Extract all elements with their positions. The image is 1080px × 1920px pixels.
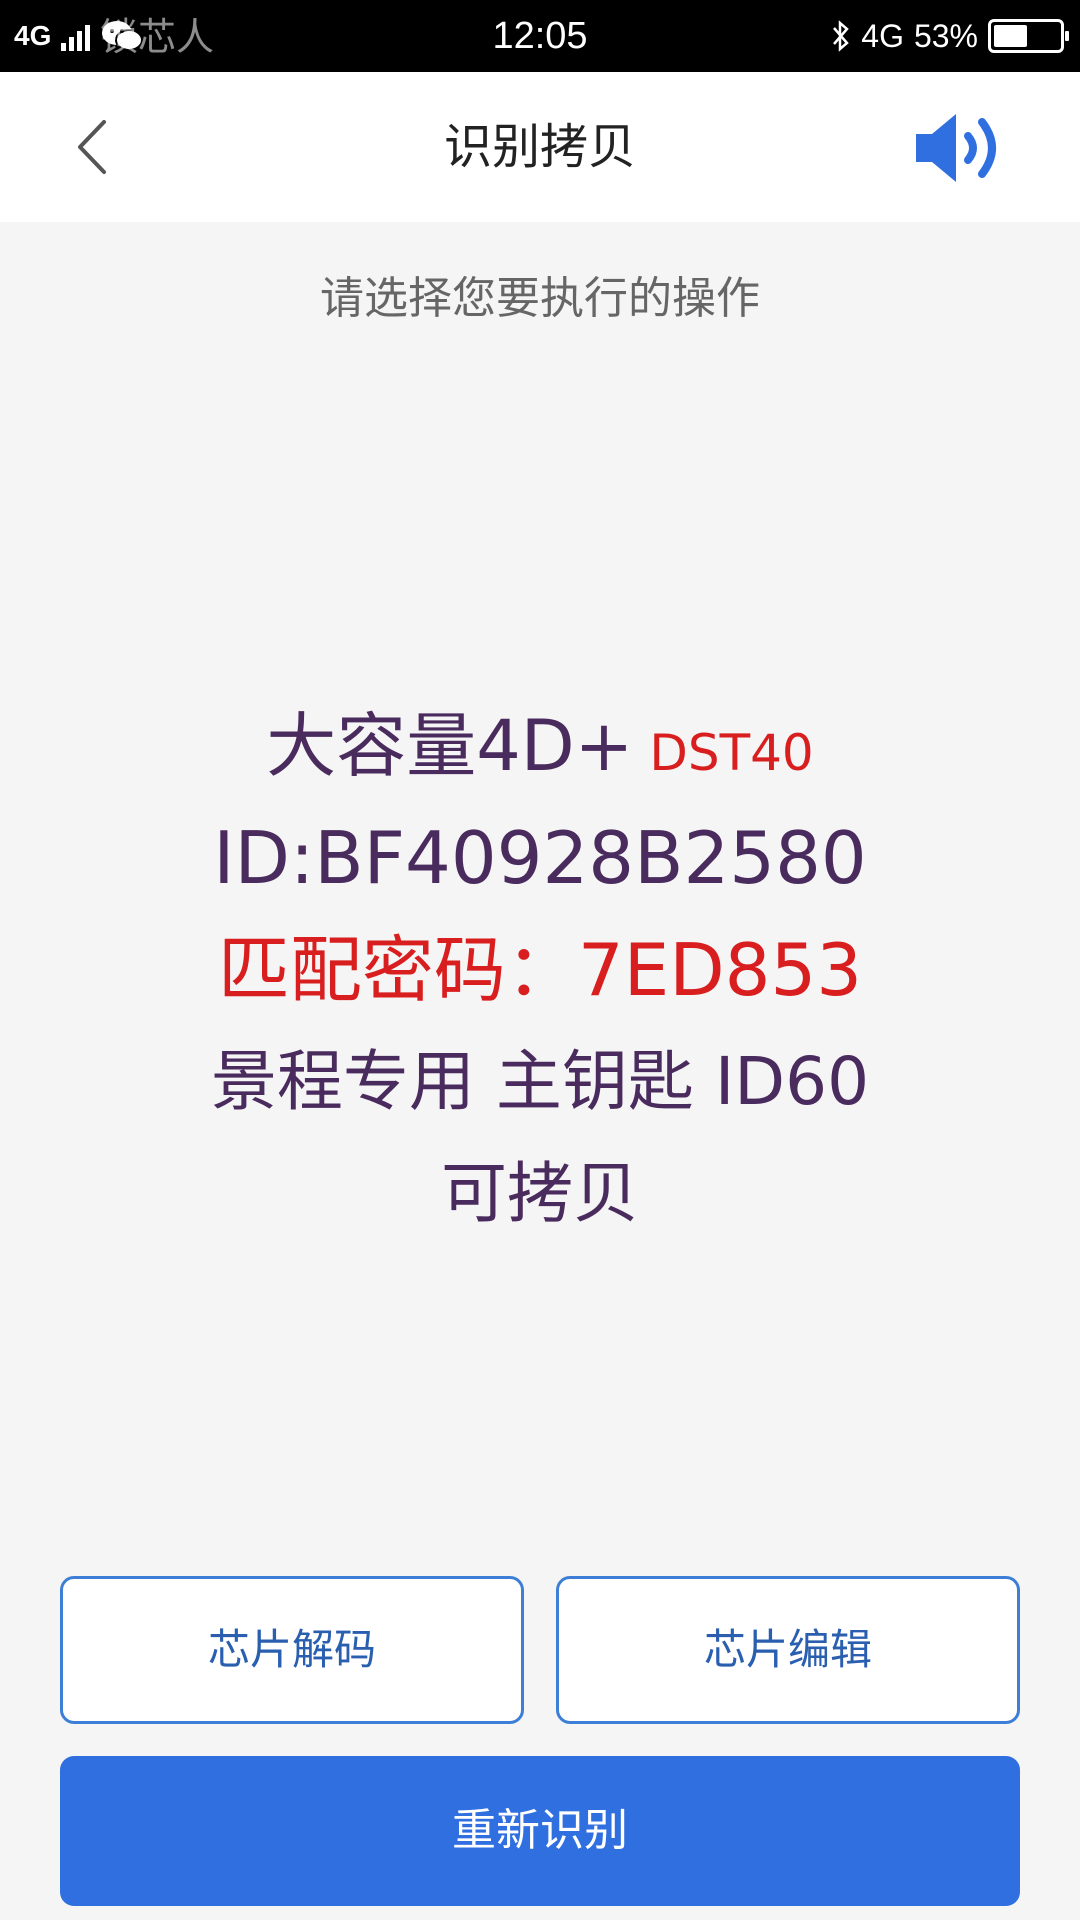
match-password: 匹配密码：7ED853: [217, 928, 863, 1012]
recognition-result: 大容量4D+ DST40 ID:BF40928B2580 匹配密码：7ED853 …: [0, 690, 1080, 1250]
chip-type: 大容量4D+: [266, 705, 634, 787]
sound-button[interactable]: [912, 110, 1012, 186]
status-right: 4G 53%: [831, 0, 1069, 72]
chip-decode-button[interactable]: 芯片解码: [60, 1576, 524, 1724]
chip-edit-button[interactable]: 芯片编辑: [556, 1576, 1020, 1724]
instruction-text: 请选择您要执行的操作: [320, 273, 760, 324]
battery-icon: [988, 19, 1069, 53]
nav-header: 识别拷贝: [0, 72, 1080, 222]
chip-type-line: 大容量4D+ DST40: [0, 690, 1080, 802]
status-bar: 4G 锁芯人 12:05 4G 53%: [0, 0, 1080, 72]
bluetooth-icon: [833, 20, 850, 52]
re-identify-button[interactable]: 重新识别: [60, 1756, 1020, 1906]
battery-level: [994, 25, 1027, 47]
screen: 4G 锁芯人 12:05 4G 53% 识别拷贝 请选择您要执行的操作 大容量4…: [0, 0, 1080, 1920]
vehicle-key-info: 景程专用 主钥匙 ID60: [210, 1043, 870, 1120]
copy-status: 可拷贝: [441, 1155, 639, 1232]
speaker-icon: [916, 114, 996, 182]
chip-id: ID:BF40928B2580: [213, 816, 867, 900]
chip-model: DST40: [649, 724, 814, 782]
battery-percent: 53%: [913, 17, 978, 54]
network-type-right: 4G: [861, 17, 904, 54]
